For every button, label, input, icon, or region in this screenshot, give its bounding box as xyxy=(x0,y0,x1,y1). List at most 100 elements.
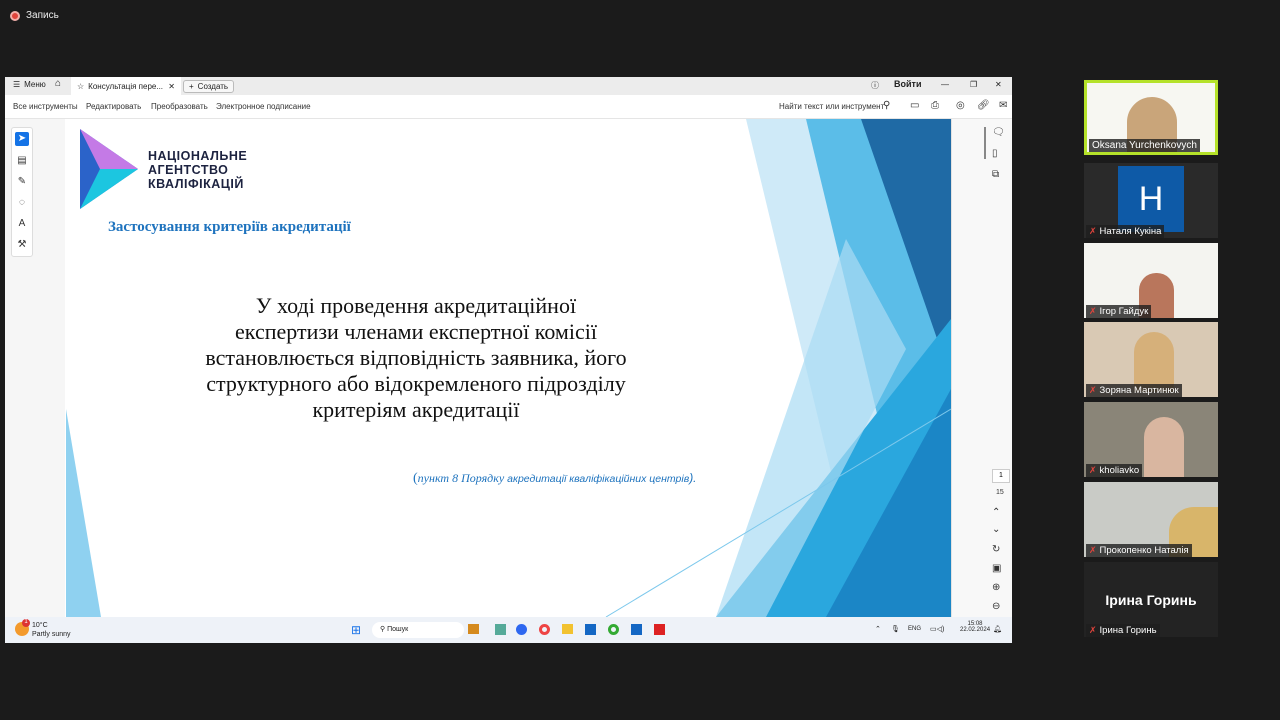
participant-name-tag: ✗ Ігор Гайдук xyxy=(1086,305,1152,318)
body-line: встановлюється відповідність заявника, й… xyxy=(205,345,627,370)
clock[interactable]: 15:08 22.02.2024 xyxy=(960,621,990,633)
zoom-in-icon[interactable]: ⊕ xyxy=(992,582,1000,593)
close-tab-icon[interactable]: ✕ xyxy=(168,82,175,91)
zoom-app-icon[interactable] xyxy=(516,624,527,635)
convert-button[interactable]: Преобразовать xyxy=(151,102,208,111)
edit-button[interactable]: Редактировать xyxy=(86,102,141,111)
participant-name-tag: ✗ Зоряна Мартинюк xyxy=(1086,384,1182,397)
zoom-out-icon[interactable]: ⊖ xyxy=(992,601,1000,612)
create-button[interactable]: + Создать xyxy=(183,80,235,93)
help-icon[interactable]: ⓘ xyxy=(871,80,879,91)
participant-tile[interactable]: Oksana Yurchenkovych xyxy=(1084,80,1218,155)
language-indicator[interactable]: ENG xyxy=(908,626,921,632)
notification-icon[interactable]: 🔔︎ xyxy=(993,625,1002,633)
citation-part: пункт 8 Порядку xyxy=(417,471,508,485)
scrollbar-thumb[interactable] xyxy=(984,127,986,159)
email-icon[interactable]: ✉ xyxy=(999,100,1007,111)
participant-name: Ірина Горинь xyxy=(1099,625,1157,636)
next-page-icon[interactable]: ⌄ xyxy=(992,524,1000,535)
fit-page-icon[interactable]: ▣ xyxy=(992,563,1001,574)
maximize-button[interactable]: ❐ xyxy=(970,80,977,89)
search-tools-input[interactable]: Найти текст или инструмент xyxy=(779,102,884,111)
slide-page: НАЦІОНАЛЬНЕ АГЕНТСТВО КВАЛІФІКАЦІЙ Засто… xyxy=(66,119,951,617)
prev-page-icon[interactable]: ⌃ xyxy=(992,507,1000,518)
chrome-icon[interactable] xyxy=(539,624,550,635)
lasso-tool-icon[interactable]: ◌ xyxy=(15,196,29,210)
participant-tile[interactable]: H ✗ Наталя Кукіна xyxy=(1084,163,1218,238)
recording-label: Запись xyxy=(26,10,59,21)
signin-button[interactable]: Войти xyxy=(894,79,921,89)
select-tool-icon[interactable]: ➤ xyxy=(15,132,29,146)
participant-name-tag: ✗ kholiavko xyxy=(1086,464,1143,477)
network-volume-icon[interactable]: ▭◁) xyxy=(930,625,944,633)
windows-taskbar: 1 10°C Partly sunny ⊞ ⚲ Пошук ⌃ 🎙︎ ENG ▭… xyxy=(5,617,1012,643)
muted-mic-icon: ✗ xyxy=(1089,545,1097,555)
document-tab[interactable]: ☆ Консультація пере... ✕ xyxy=(71,77,181,95)
star-icon: ☆ xyxy=(77,81,85,91)
pages-panel-icon[interactable]: ⧉ xyxy=(992,169,999,180)
muted-mic-icon: ✗ xyxy=(1089,226,1097,236)
participant-name: Прокопенко Наталія xyxy=(1099,545,1189,556)
title-bar: ☰ Меню ⌂ ☆ Консультація пере... ✕ + Создать … xyxy=(5,77,1012,95)
participant-tile[interactable]: ✗ Ігор Гайдук xyxy=(1084,243,1218,318)
stamp-tool-icon[interactable]: ⚒ xyxy=(15,238,29,252)
esign-button[interactable]: Электронное подписание xyxy=(216,102,311,111)
weather-badge: 1 xyxy=(22,619,30,627)
chrome-icon[interactable] xyxy=(608,624,619,635)
logo-line: АГЕНТСТВО xyxy=(148,163,229,177)
record-icon xyxy=(10,10,20,21)
share-icon[interactable]: ◎ xyxy=(956,100,965,111)
nak-logo xyxy=(80,129,138,209)
close-window-button[interactable]: ✕ xyxy=(995,80,1002,89)
page-number-input[interactable]: 1 xyxy=(992,469,1010,483)
print-icon[interactable]: ⎙ xyxy=(931,100,939,111)
outlook-icon[interactable] xyxy=(585,624,596,635)
participant-name: Oksana Yurchenkovych xyxy=(1089,139,1200,152)
menu-button[interactable]: ☰ Меню xyxy=(13,80,46,89)
rotate-icon[interactable]: ↻ xyxy=(992,544,1000,555)
home-icon[interactable]: ⌂ xyxy=(55,78,61,89)
citation-part: акредитації кваліфікаційних центрів xyxy=(507,473,690,485)
participant-tile[interactable]: ✗ Прокопенко Наталія xyxy=(1084,482,1218,557)
app-icon[interactable] xyxy=(468,624,479,634)
body-line: експертизи членами експертної комісії xyxy=(235,319,597,344)
paren: ). xyxy=(689,471,697,485)
participant-name-tag: ✗ Наталя Кукіна xyxy=(1086,225,1165,238)
comment-tool-icon[interactable]: ▤ xyxy=(15,154,29,168)
app-icon[interactable] xyxy=(495,624,506,635)
participant-tile[interactable]: Ірина Горинь ✗ Ірина Горинь xyxy=(1084,562,1218,637)
all-tools-button[interactable]: Все инструменты xyxy=(13,102,78,111)
search-icon[interactable]: ⚲ xyxy=(883,100,890,111)
avatar-name: Ірина Горинь xyxy=(1105,592,1197,608)
participant-name-tag: ✗ Прокопенко Наталія xyxy=(1086,544,1192,557)
participant-name: Ігор Гайдук xyxy=(1099,306,1149,317)
start-icon[interactable]: ⊞ xyxy=(351,623,361,637)
text-tool-icon[interactable]: A xyxy=(15,217,29,231)
outlook-icon[interactable] xyxy=(631,624,642,635)
pdf-viewer-window: ☰ Меню ⌂ ☆ Консультація пере... ✕ + Создать … xyxy=(5,77,1012,643)
logo-text: НАЦІОНАЛЬНЕ АГЕНТСТВО КВАЛІФІКАЦІЙ xyxy=(148,149,247,191)
video-feed xyxy=(1144,417,1184,477)
hamburger-icon: ☰ xyxy=(13,80,21,89)
minimize-button[interactable]: — xyxy=(941,80,949,89)
date: 22.02.2024 xyxy=(960,627,991,633)
participant-tile[interactable]: ✗ Зоряна Мартинюк xyxy=(1084,322,1218,397)
tray-chevron-icon[interactable]: ⌃ xyxy=(875,625,881,633)
logo-line: НАЦІОНАЛЬНЕ xyxy=(148,149,248,163)
bookmark-panel-icon[interactable]: ▯ xyxy=(992,148,998,159)
right-rail: 🗨︎ ▯ ⧉ 1 15 ⌃ ⌄ ↻ ▣ ⊕ ⊖ xyxy=(951,119,1012,617)
muted-mic-icon: ✗ xyxy=(1089,465,1097,475)
folder-icon[interactable] xyxy=(562,624,573,634)
participant-tile[interactable]: ✗ kholiavko xyxy=(1084,402,1218,477)
comment-panel-icon[interactable]: 🗨︎ xyxy=(992,127,1005,138)
save-icon[interactable]: ▭ xyxy=(910,100,919,111)
body-line: структурного або відокремленого підрозді… xyxy=(206,371,626,396)
link-icon[interactable]: 🔗︎ xyxy=(977,100,990,111)
pen-tool-icon[interactable]: ✎ xyxy=(15,175,29,189)
slide-citation: (пункт 8 Порядку акредитації кваліфікаці… xyxy=(413,471,697,487)
recording-indicator: Запись xyxy=(10,10,59,21)
tab-title: Консультація пере... xyxy=(88,81,164,91)
taskbar-search[interactable]: ⚲ Пошук xyxy=(372,622,464,638)
acrobat-icon[interactable] xyxy=(654,624,665,635)
mic-tray-icon[interactable]: 🎙︎ xyxy=(891,625,900,633)
